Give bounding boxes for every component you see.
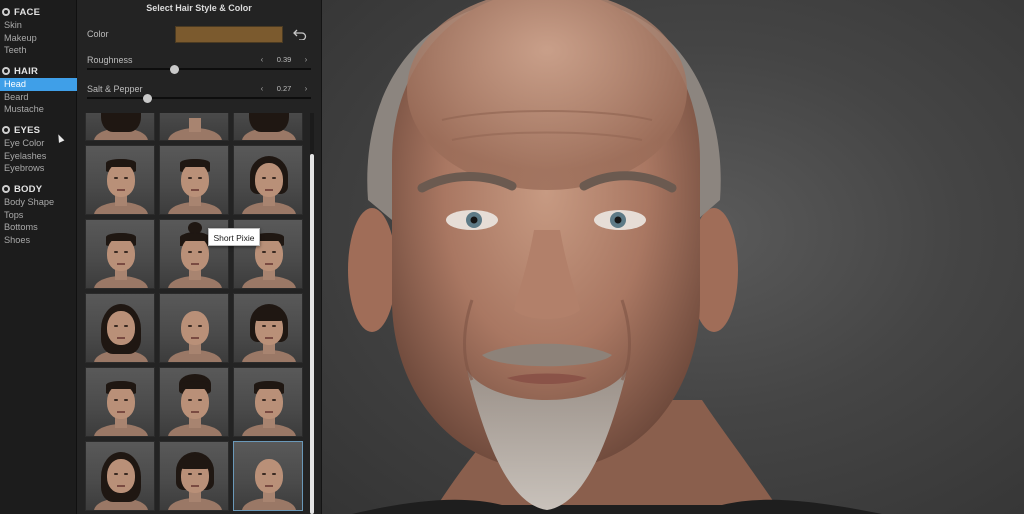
grid-scrollbar-thumb[interactable] [310,154,314,514]
category-hair-title: HAIR [14,65,39,77]
character-portrait [348,0,882,514]
hairstyle-thumbnail[interactable] [233,367,303,437]
salt-pepper-slider[interactable] [87,93,311,103]
salt-pepper-value[interactable]: 0.27 [277,84,292,93]
roughness-label: Roughness [87,55,133,65]
character-viewport[interactable] [322,0,1024,514]
hairstyle-thumbnail[interactable] [233,293,303,363]
salt-pepper-slider-handle[interactable] [142,93,152,103]
hairstyle-thumbnail[interactable] [233,113,303,141]
hairstyle-tooltip: Short Pixie [208,228,260,246]
roughness-value[interactable]: 0.39 [277,55,292,64]
hair-style-panel: Select Hair Style & Color Color Roughnes… [77,0,321,514]
hairstyle-thumbnail[interactable] [85,441,155,511]
category-eyes-header[interactable]: EYES [2,123,77,137]
hair-icon [2,67,10,75]
category-hair-header[interactable]: HAIR [2,64,77,78]
category-body: BODY Body Shape Tops Bottoms Shoes [0,182,77,247]
category-face-header[interactable]: FACE [2,5,77,19]
salt-pepper-label: Salt & Pepper [87,84,143,94]
color-label: Color [87,29,109,39]
hairstyle-thumbnail[interactable] [233,441,303,511]
category-eyes: EYES Eye Color Eyelashes Eyebrows [0,123,77,175]
hairstyle-thumbnail[interactable] [159,113,229,141]
body-icon [2,185,10,193]
salt-pepper-stepper[interactable]: ‹ 0.27 › [257,83,311,94]
sidebar-item-tops[interactable]: Tops [0,209,77,222]
sidebar-item-head[interactable]: Head [0,78,77,91]
sidebar-item-skin[interactable]: Skin [0,19,77,32]
undo-icon[interactable] [293,28,307,40]
hairstyle-thumbnail[interactable] [159,145,229,215]
hairstyle-thumbnail[interactable] [85,145,155,215]
hairstyle-thumbnail[interactable] [85,367,155,437]
chevron-right-icon[interactable]: › [301,84,311,93]
sidebar-item-eyebrows[interactable]: Eyebrows [0,162,77,175]
sidebar-item-beard[interactable]: Beard [0,91,77,104]
hair-color-swatch[interactable] [175,26,283,43]
chevron-left-icon[interactable]: ‹ [257,84,267,93]
chevron-right-icon[interactable]: › [301,55,311,64]
hairstyle-thumbnail[interactable] [233,145,303,215]
hairstyle-grid [85,113,307,514]
chevron-left-icon[interactable]: ‹ [257,55,267,64]
roughness-slider-handle[interactable] [169,64,179,74]
eyes-icon [2,126,10,134]
sidebar-item-shoes[interactable]: Shoes [0,234,77,247]
category-face: FACE Skin Makeup Teeth [0,5,77,57]
face-icon [2,8,10,16]
roughness-stepper[interactable]: ‹ 0.39 › [257,54,311,65]
sidebar-item-makeup[interactable]: Makeup [0,32,77,45]
hairstyle-thumbnail[interactable] [85,219,155,289]
hairstyle-thumbnail[interactable] [159,293,229,363]
roughness-slider[interactable] [87,64,311,74]
sidebar-item-eye-color[interactable]: Eye Color [0,137,77,150]
category-eyes-title: EYES [14,124,41,136]
hairstyle-thumbnail[interactable] [85,113,155,141]
hairstyle-thumbnail[interactable] [85,293,155,363]
hairstyle-thumbnail[interactable] [159,441,229,511]
category-hair: HAIR Head Beard Mustache [0,64,77,116]
sidebar-item-mustache[interactable]: Mustache [0,103,77,116]
panel-title: Select Hair Style & Color [146,3,252,13]
category-body-title: BODY [14,183,43,195]
sidebar-item-eyelashes[interactable]: Eyelashes [0,150,77,163]
sidebar-item-teeth[interactable]: Teeth [0,44,77,57]
category-body-header[interactable]: BODY [2,182,77,196]
hairstyle-thumbnail[interactable] [159,367,229,437]
category-sidebar: FACE Skin Makeup Teeth HAIR Head Beard M… [0,0,77,514]
sidebar-item-body-shape[interactable]: Body Shape [0,196,77,209]
category-face-title: FACE [14,6,41,18]
sidebar-item-bottoms[interactable]: Bottoms [0,221,77,234]
